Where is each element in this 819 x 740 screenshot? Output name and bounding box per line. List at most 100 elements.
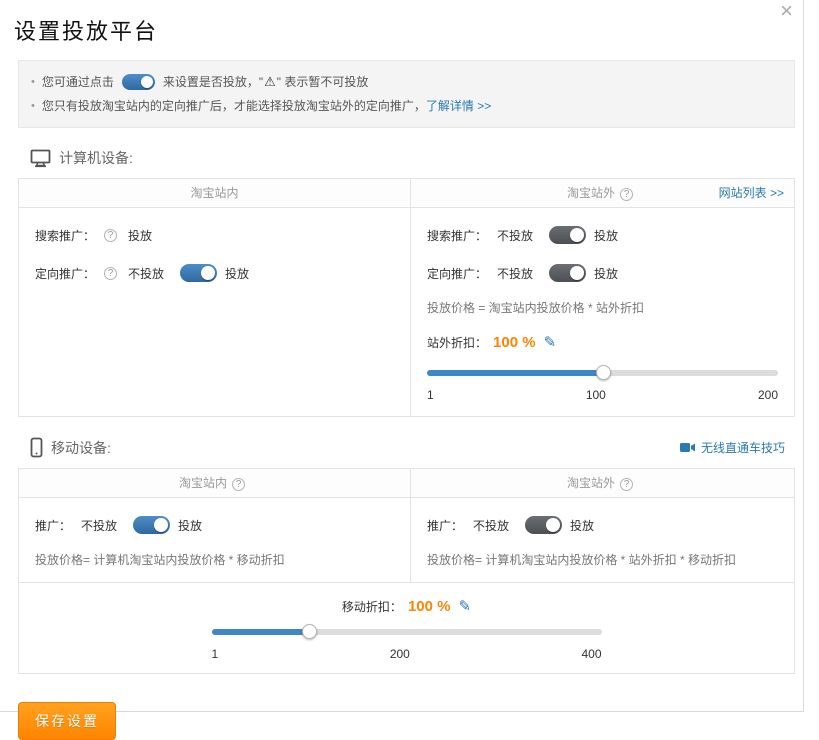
target-promo-label: 定向推广： <box>427 265 487 282</box>
help-icon[interactable]: ? <box>104 229 117 242</box>
mobile-discount-value: 100 % <box>408 598 451 615</box>
warning-icon: ⚠ <box>264 70 276 94</box>
mobile-offsite-header: 淘宝站外 <box>567 476 615 490</box>
slider-labels: 1 200 400 <box>212 647 602 661</box>
search-promo-label: 搜索推广： <box>427 227 487 244</box>
slider-track[interactable] <box>427 370 778 376</box>
computer-table-head: 淘宝站内 淘宝站外? 网站列表 >> <box>19 179 794 208</box>
mobile-section-header: 移动设备: 无线直通车技巧 <box>30 437 785 458</box>
off-label: 不投放 <box>473 517 509 534</box>
edit-icon[interactable]: ✎ <box>544 333 557 351</box>
mobile-discount-label: 移动折扣： <box>342 598 402 615</box>
computer-section-title: 计算机设备: <box>59 148 133 168</box>
slider-fill <box>212 629 310 635</box>
off-label: 不投放 <box>81 517 117 534</box>
on-label: 投放 <box>570 517 594 534</box>
on-label: 投放 <box>594 265 618 282</box>
computer-onsite-header-cell: 淘宝站内 <box>19 179 410 207</box>
computer-onsite-header: 淘宝站内 <box>190 186 238 200</box>
computer-icon <box>30 149 51 168</box>
mobile-onsite-header: 淘宝站内 <box>179 476 227 490</box>
slider-max-label: 400 <box>581 647 601 661</box>
offsite-price-formula: 投放价格 = 淘宝站内投放价格 * 站外折扣 <box>427 300 778 316</box>
help-icon[interactable]: ? <box>620 188 633 201</box>
mobile-offsite-cell: 推广： 不投放 投放 投放价格= 计算机淘宝站内投放价格 * 站外折扣 * 移动… <box>410 498 794 582</box>
offsite-discount-value: 100 % <box>493 334 536 351</box>
on-label: 投放 <box>178 517 202 534</box>
computer-section-header: 计算机设备: <box>30 148 785 168</box>
search-promo-value: 投放 <box>128 227 152 244</box>
offsite-discount-row: 站外折扣： 100 % ✎ <box>427 332 778 352</box>
computer-offsite-cell: 搜索推广： 不投放 投放 定向推广： 不投放 投放 投放价格 = 淘宝站内投放价… <box>410 208 794 416</box>
set-delivery-platform-dialog: × 设置投放平台 • 您可通过点击 来设置是否投放，" ⚠ " 表示暂不可投放 … <box>0 0 804 712</box>
computer-table: 淘宝站内 淘宝站外? 网站列表 >> 搜索推广： ? 投放 定向推广： ? 不投… <box>18 178 795 417</box>
mobile-offsite-price-formula: 投放价格= 计算机淘宝站内投放价格 * 站外折扣 * 移动折扣 <box>427 552 778 568</box>
computer-offsite-target-row: 定向推广： 不投放 投放 <box>427 262 778 284</box>
slider-labels: 1 100 200 <box>427 388 778 402</box>
notice-line1-mid: 来设置是否投放，" <box>163 70 263 94</box>
off-label: 不投放 <box>128 265 164 282</box>
promo-label: 推广： <box>35 517 71 534</box>
slider-mid-label: 100 <box>586 388 606 402</box>
notice-line2-text: 您只有投放淘宝站内的定向推广后，才能选择投放淘宝站外的定向推广， <box>42 94 426 118</box>
mobile-table: 淘宝站内? 淘宝站外? 推广： 不投放 投放 投放价格= 计算机淘宝站内投放价格… <box>18 468 795 674</box>
slider-min-label: 1 <box>427 388 434 402</box>
offsite-discount-slider: 1 100 200 <box>427 370 778 402</box>
on-label: 投放 <box>225 265 249 282</box>
mobile-section-title: 移动设备: <box>51 438 111 458</box>
target-promo-label: 定向推广： <box>35 265 95 282</box>
computer-onsite-search-row: 搜索推广： ? 投放 <box>35 224 394 246</box>
learn-more-link[interactable]: 了解详情 >> <box>426 94 491 118</box>
slider-max-label: 200 <box>758 388 778 402</box>
notice-line1-prefix: 您可通过点击 <box>42 70 114 94</box>
mobile-table-body: 推广： 不投放 投放 投放价格= 计算机淘宝站内投放价格 * 移动折扣 推广： … <box>19 498 794 582</box>
mobile-table-head: 淘宝站内? 淘宝站外? <box>19 469 794 498</box>
slider-handle[interactable] <box>302 624 317 639</box>
promo-label: 推广： <box>427 517 463 534</box>
notice-line-1: • 您可通过点击 来设置是否投放，" ⚠ " 表示暂不可投放 <box>31 70 782 94</box>
computer-onsite-target-toggle[interactable] <box>180 264 217 282</box>
bullet-icon: • <box>31 70 35 94</box>
mobile-onsite-cell: 推广： 不投放 投放 投放价格= 计算机淘宝站内投放价格 * 移动折扣 <box>19 498 410 582</box>
computer-offsite-target-toggle[interactable] <box>549 264 586 282</box>
wireless-tips-text: 无线直通车技巧 <box>701 439 785 456</box>
mobile-discount-slider: 1 200 400 <box>212 629 602 661</box>
help-icon[interactable]: ? <box>232 478 245 491</box>
computer-offsite-header: 淘宝站外 <box>567 186 615 200</box>
help-icon[interactable]: ? <box>104 267 117 280</box>
mobile-discount-row: 移动折扣： 100 % ✎ 1 200 400 <box>19 582 794 673</box>
slider-fill <box>427 370 603 376</box>
computer-table-body: 搜索推广： ? 投放 定向推广： ? 不投放 投放 搜索推广： 不投放 投放 <box>19 208 794 416</box>
search-promo-label: 搜索推广： <box>35 227 95 244</box>
dialog-title: 设置投放平台 <box>0 0 803 46</box>
slider-handle[interactable] <box>596 365 611 380</box>
notice-box: • 您可通过点击 来设置是否投放，" ⚠ " 表示暂不可投放 • 您只有投放淘宝… <box>18 60 795 128</box>
close-icon[interactable]: × <box>780 0 793 22</box>
notice-line-2: • 您只有投放淘宝站内的定向推广后，才能选择投放淘宝站外的定向推广， 了解详情 … <box>31 94 782 118</box>
site-list-link[interactable]: 网站列表 >> <box>719 179 784 207</box>
video-icon <box>680 442 696 453</box>
wireless-tips-link[interactable]: 无线直通车技巧 <box>680 439 785 456</box>
mobile-onsite-promo-row: 推广： 不投放 投放 <box>35 514 394 536</box>
sample-toggle[interactable] <box>122 74 155 90</box>
computer-offsite-header-cell: 淘宝站外? 网站列表 >> <box>410 179 794 207</box>
mobile-offsite-toggle[interactable] <box>525 516 562 534</box>
computer-onsite-target-row: 定向推广： ? 不投放 投放 <box>35 262 394 284</box>
mobile-onsite-toggle[interactable] <box>133 516 170 534</box>
edit-icon[interactable]: ✎ <box>458 597 471 615</box>
slider-track[interactable] <box>212 629 602 635</box>
mobile-offsite-promo-row: 推广： 不投放 投放 <box>427 514 778 536</box>
help-icon[interactable]: ? <box>620 478 633 491</box>
mobile-icon <box>30 437 43 458</box>
computer-onsite-cell: 搜索推广： ? 投放 定向推广： ? 不投放 投放 <box>19 208 410 416</box>
mobile-onsite-price-formula: 投放价格= 计算机淘宝站内投放价格 * 移动折扣 <box>35 552 394 568</box>
save-settings-button[interactable]: 保存设置 <box>18 702 116 740</box>
computer-offsite-search-row: 搜索推广： 不投放 投放 <box>427 224 778 246</box>
computer-offsite-search-toggle[interactable] <box>549 226 586 244</box>
mobile-onsite-header-cell: 淘宝站内? <box>19 469 410 497</box>
bullet-icon: • <box>31 94 35 118</box>
off-label: 不投放 <box>497 265 533 282</box>
on-label: 投放 <box>594 227 618 244</box>
slider-min-label: 1 <box>212 647 219 661</box>
notice-line1-suffix: " 表示暂不可投放 <box>277 70 369 94</box>
